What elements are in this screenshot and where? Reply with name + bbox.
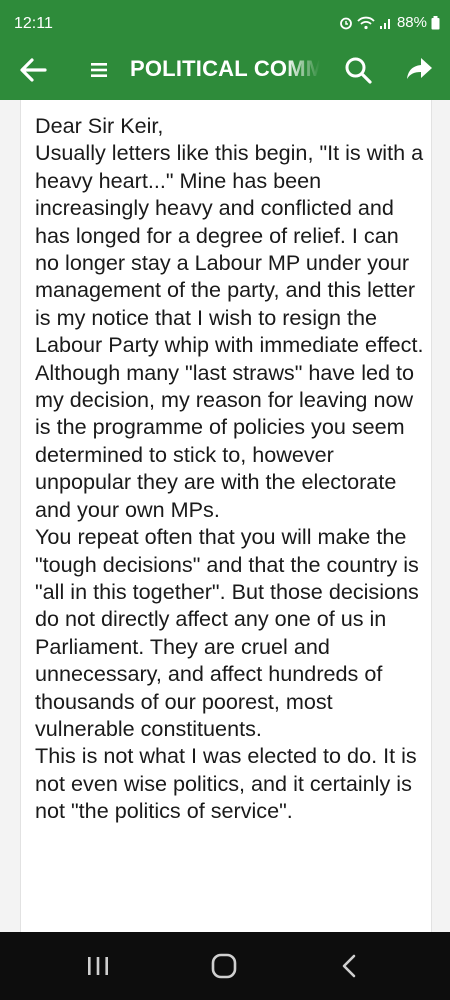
letter-paragraph: This is not what I was elected to do. It… bbox=[35, 743, 417, 824]
home-icon[interactable] bbox=[208, 950, 240, 982]
letter-paragraph: Although many "last straws" have led to … bbox=[35, 359, 415, 522]
status-time: 12:11 bbox=[14, 15, 53, 32]
search-icon[interactable] bbox=[343, 55, 373, 85]
content-area: Dear Sir Keir, Usually letters like this… bbox=[0, 100, 450, 932]
back-icon[interactable] bbox=[334, 950, 366, 982]
status-icons: 88% bbox=[339, 14, 440, 31]
letter-paragraph: Usually letters like this begin, "It is … bbox=[35, 140, 424, 358]
letter-page: Dear Sir Keir, Usually letters like this… bbox=[20, 100, 432, 932]
letter-paragraph: You repeat often that you will make the … bbox=[35, 524, 419, 741]
wifi-icon bbox=[357, 16, 375, 30]
letter-text: Dear Sir Keir, Usually letters like this… bbox=[35, 112, 425, 825]
page-title: POLITICAL COMMENTARY bbox=[130, 56, 320, 81]
status-bar: 12:11 88% bbox=[0, 0, 450, 40]
battery-text: 88% bbox=[396, 14, 427, 31]
alarm-icon bbox=[339, 16, 353, 30]
share-icon[interactable] bbox=[405, 55, 433, 83]
battery-icon bbox=[431, 15, 440, 30]
app-bar: POLITICAL COMMENTARY bbox=[0, 40, 450, 100]
back-arrow-icon[interactable] bbox=[18, 56, 48, 84]
signal-icon bbox=[379, 16, 393, 30]
system-nav-bar bbox=[0, 932, 450, 1000]
menu-icon[interactable] bbox=[89, 60, 109, 80]
letter-salutation: Dear Sir Keir, bbox=[35, 113, 164, 138]
recent-apps-icon[interactable] bbox=[82, 950, 114, 982]
